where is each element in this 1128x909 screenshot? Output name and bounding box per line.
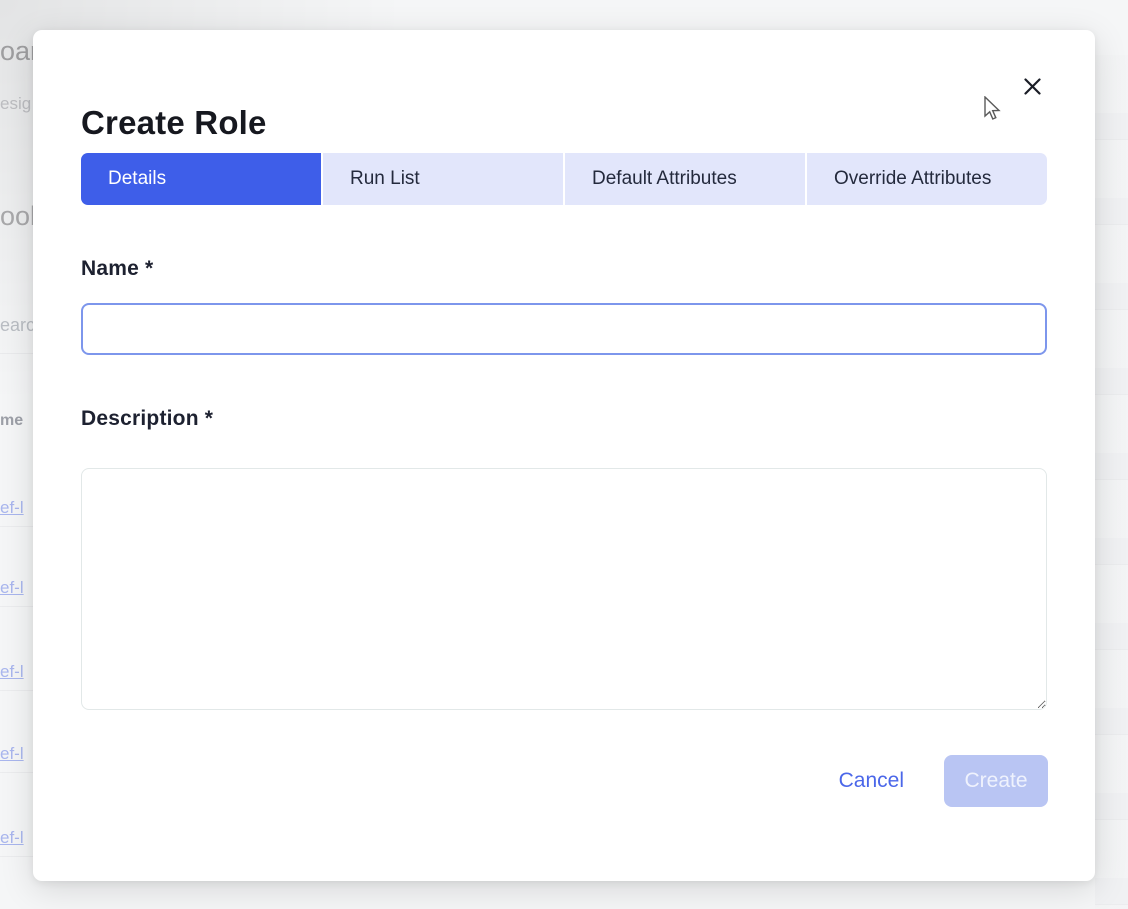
name-label: Name * <box>81 257 154 280</box>
modal-tabs: Details Run List Default Attributes Over… <box>81 153 1047 205</box>
table-row-divider <box>0 526 33 527</box>
cancel-button[interactable]: Cancel <box>839 769 904 793</box>
table-row-divider <box>0 606 33 607</box>
create-button[interactable]: Create <box>944 755 1048 807</box>
table-row-divider <box>0 353 33 354</box>
background-subheading-fragment: esig <box>0 94 32 113</box>
modal-footer: Cancel Create <box>839 755 1048 807</box>
background-row-link: ef-l <box>0 828 24 847</box>
background-search-fragment: earc <box>0 315 36 335</box>
tab-default-attributes[interactable]: Default Attributes <box>565 153 805 205</box>
table-row-divider <box>0 856 33 857</box>
description-label: Description * <box>81 407 214 430</box>
description-textarea[interactable] <box>81 468 1047 710</box>
table-row-divider <box>0 690 33 691</box>
close-button[interactable] <box>1018 74 1046 102</box>
tab-override-attributes[interactable]: Override Attributes <box>807 153 1047 205</box>
background-column-header-fragment: me <box>0 412 24 429</box>
table-row-divider <box>0 772 33 773</box>
background-row-link: ef-l <box>0 744 24 763</box>
background-table-rows-strip <box>1095 55 1128 909</box>
close-icon <box>1023 78 1041 98</box>
background-row-link: ef-l <box>0 498 24 517</box>
background-row-link: ef-l <box>0 578 24 597</box>
modal-title: Create Role <box>81 104 267 141</box>
tab-run-list[interactable]: Run List <box>323 153 563 205</box>
tab-details[interactable]: Details <box>81 153 321 205</box>
name-input[interactable] <box>81 303 1047 355</box>
create-role-modal: Create Role Details Run List Default Att… <box>33 30 1095 881</box>
background-row-link: ef-l <box>0 662 24 681</box>
